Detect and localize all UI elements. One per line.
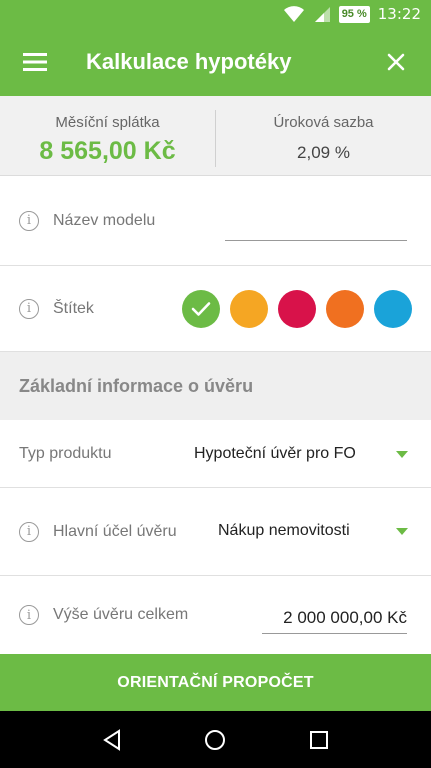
model-name-label: Název modelu [53, 211, 156, 229]
model-name-input[interactable] [225, 221, 407, 241]
tag-color-swatch[interactable] [326, 290, 364, 328]
recents-icon [310, 730, 329, 749]
nav-back-button[interactable] [92, 720, 132, 760]
clock: 13:22 [377, 5, 421, 23]
product-type-label: Typ produktu [19, 444, 112, 462]
loan-amount-input[interactable]: 2 000 000,00 Kč [262, 608, 407, 634]
nav-recents-button[interactable] [299, 720, 339, 760]
page-title: Kalkulace hypotéky [86, 49, 292, 74]
purpose-row[interactable]: i Hlavní účel úvěru Nákup nemovitosti [0, 488, 431, 576]
info-icon[interactable]: i [19, 605, 39, 625]
status-bar: 95 % 13:22 [0, 0, 431, 28]
tag-color-swatch[interactable] [182, 290, 220, 328]
loan-amount-label: Výše úvěru celkem [53, 606, 189, 623]
info-icon[interactable]: i [19, 521, 39, 542]
info-icon[interactable]: i [19, 298, 39, 319]
calculate-button[interactable]: ORIENTAČNÍ PROPOČET [0, 654, 431, 711]
tag-color-swatch[interactable] [278, 290, 316, 328]
interest-rate: Úroková sazba 2,09 % [216, 96, 431, 175]
monthly-payment-value: 8 565,00 Kč [39, 137, 176, 165]
info-icon[interactable]: i [19, 210, 39, 231]
wifi-icon [283, 6, 304, 22]
section-header: Základní informace o úvěru [0, 352, 431, 420]
signal-icon [314, 7, 330, 22]
interest-rate-label: Úroková sazba [273, 114, 374, 131]
tag-color-swatch[interactable] [374, 290, 412, 328]
dropdown-caret-icon[interactable] [396, 451, 408, 458]
home-icon [205, 729, 226, 750]
tag-color-swatch[interactable] [230, 290, 268, 328]
check-icon [191, 302, 211, 316]
tag-color-picker [182, 290, 412, 328]
product-type-row[interactable]: Typ produktu Hypoteční úvěr pro FO [0, 420, 431, 488]
tag-label: Štítek [53, 299, 94, 317]
nav-home-button[interactable] [195, 720, 235, 760]
battery-indicator: 95 % [338, 5, 370, 23]
model-name-row: i Název modelu [0, 176, 431, 266]
dropdown-caret-icon[interactable] [396, 528, 408, 535]
purpose-select[interactable]: Nákup nemovitosti [218, 522, 350, 540]
summary-panel: Měsíční splátka 8 565,00 Kč Úroková sazb… [0, 96, 431, 176]
menu-icon [23, 53, 47, 71]
close-button[interactable] [373, 39, 419, 85]
back-icon [102, 728, 120, 751]
menu-button[interactable] [12, 39, 58, 85]
tag-row: i Štítek [0, 266, 431, 352]
app-bar: Kalkulace hypotéky [0, 28, 431, 96]
monthly-payment-label: Měsíční splátka [55, 114, 160, 131]
interest-rate-value: 2,09 % [297, 143, 350, 162]
product-type-select[interactable]: Hypoteční úvěr pro FO [194, 445, 356, 463]
close-icon [387, 53, 405, 71]
system-nav-bar [0, 711, 431, 768]
loan-amount-row: i Výše úvěru celkem 2 000 000,00 Kč [0, 576, 431, 654]
monthly-payment: Měsíční splátka 8 565,00 Kč [0, 96, 215, 175]
purpose-label: Hlavní účel úvěru [53, 522, 177, 540]
